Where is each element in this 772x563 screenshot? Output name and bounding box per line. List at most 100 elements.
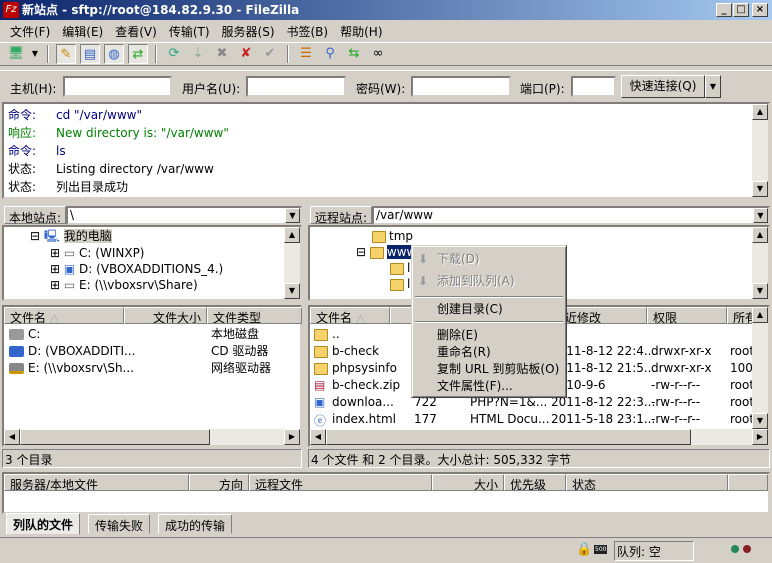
tab-successful-transfers[interactable]: 成功的传输 [158,514,233,534]
col-filetype[interactable]: 文件类型 [207,307,302,324]
window-title: 新站点 - sftp://root@184.82.9.30 - FileZill… [22,3,300,17]
filter-icon[interactable]: ☰ [296,44,316,64]
minimize-button[interactable]: _ [716,3,732,17]
tab-failed-transfers[interactable]: 传输失败 [88,514,151,534]
menu-item-create-directory[interactable]: 创建目录(C) [437,300,503,318]
tree-item-drive-d[interactable]: ⊞ ▣ D: (VBOXADDITIONS_4.) [50,261,223,277]
col-permissions[interactable]: 权限 [647,307,727,324]
menu-file[interactable]: 文件(F) [4,20,56,40]
compare-icon[interactable]: ⚲ [320,44,340,64]
speed-limit-icon[interactable]: 500 [594,545,608,554]
menu-bookmarks[interactable]: 书签(B) [281,20,335,40]
disconnect-icon[interactable]: ✘ [236,44,256,64]
table-row[interactable]: D: (VBOXADDITI... CD 驱动器 [4,343,300,360]
menu-item-add-to-queue[interactable]: 添加到队列(A) [437,272,515,290]
remote-site-label: 远程站点: [310,206,373,225]
add-queue-icon: ⬇ [418,274,429,288]
cancel-icon[interactable]: ✖ [212,44,232,64]
file-icon: ▣ [314,395,326,409]
log-scrollbar[interactable]: ▲ ▼ [752,104,768,197]
file-type: 网络驱动器 [211,361,272,375]
menu-item-delete[interactable]: 删除(E) [437,326,478,344]
remote-hscrollbar[interactable]: ◀ ▶ [310,429,768,445]
menu-item-copy-url[interactable]: 复制 URL 到剪贴板(O) [437,360,559,378]
menu-view[interactable]: 查看(V) [109,20,163,40]
send-indicator-icon [743,545,751,553]
menu-item-rename[interactable]: 重命名(R) [437,343,491,361]
col-remote-file[interactable]: 远程文件 [249,474,432,491]
col-server-local-file[interactable]: 服务器/本地文件 [4,474,189,491]
log-line: ls [56,144,66,158]
close-button[interactable]: × [752,3,768,17]
cell: 177 [414,412,437,426]
filezilla-logo-icon: Fz [3,2,19,18]
col-priority[interactable]: 优先级 [504,474,566,491]
local-path-combo[interactable]: \ ▼ [66,206,302,225]
title-bar: 新站点 - sftp://root@184.82.9.30 - FileZill… [0,0,772,20]
quickconnect-history-dropdown[interactable]: ▼ [705,75,721,98]
table-row[interactable]: C: 本地磁盘 [4,326,300,343]
port-input[interactable] [571,76,616,97]
file-name: C: [28,327,41,341]
cell: 2011-5-18 23:1... [551,412,656,426]
local-tree-icon[interactable]: ▤ [80,44,100,64]
cell: drwxr-xr-x [651,344,712,358]
port-label: 端口(P): [520,82,565,96]
tree-item-tmp[interactable]: tmp [372,228,413,244]
col-filename[interactable]: 文件名 △ [310,307,390,324]
col-filename[interactable]: 文件名 △ [4,307,124,324]
menu-help[interactable]: 帮助(H) [334,20,388,40]
menu-item-download[interactable]: 下载(D) [437,250,480,268]
local-status: 3 个目录 [2,449,302,468]
remote-list-vscrollbar[interactable]: ▲ ▼ [752,307,768,429]
menu-server[interactable]: 服务器(S) [216,20,281,40]
local-site-label: 本地站点: [4,206,67,225]
search-binoculars-icon[interactable]: ∞ [368,44,388,64]
host-label: 主机(H): [10,82,57,96]
table-row[interactable]: ⓔ index.html 177 HTML Docu... 2011-5-18 23:1… [310,411,768,428]
log-line: cd "/var/www" [56,108,142,122]
site-manager-icon[interactable]: 🖥 [6,44,26,64]
password-input[interactable] [411,76,511,97]
reconnect-icon[interactable]: ✔ [260,44,280,64]
tab-queued-files[interactable]: 列队的文件 [6,513,81,535]
tree-item-www[interactable]: ⊟ www [356,244,417,260]
cell: index.html [332,412,396,426]
tree-item[interactable]: l [390,276,410,292]
transfer-queue-icon[interactable]: ⇄ [128,44,148,64]
sync-browse-icon[interactable]: ⇆ [344,44,364,64]
col-filesize[interactable]: 文件大小 [124,307,207,324]
local-tree-scrollbar[interactable]: ▲ ▼ [284,227,300,299]
remote-tree-icon[interactable]: ◍ [104,44,124,64]
tree-item-drive-e[interactable]: ⊞ ▭ E: (\\vboxsrv\Share) [50,277,198,293]
table-row[interactable]: E: (\\vboxsrv\Sh... 网络驱动器 [4,360,300,377]
dropdown-arrow-icon[interactable]: ▼ [30,44,40,64]
local-file-list: 文件名 △ 文件大小 文件类型 C: 本地磁盘 D: (VBOXADDITI...… [2,305,302,447]
menu-item-file-attributes[interactable]: 文件属性(F)... [437,377,513,395]
file-name: E: (\\vboxsrv\Sh... [28,361,134,375]
host-input[interactable] [63,76,172,97]
lock-icon: 🔒 [576,542,593,557]
col-status[interactable]: 状态 [566,474,728,491]
tree-item-my-computer[interactable]: ⊟ 🖳 我的电脑 [30,228,112,244]
process-queue-icon[interactable]: ⇣ [188,44,208,64]
remote-path-combo[interactable]: /var/www ▼ [372,206,770,225]
refresh-icon[interactable]: ⟳ [164,44,184,64]
message-log-icon[interactable]: ✎ [56,44,76,64]
menu-transfer[interactable]: 传输(T) [163,20,216,40]
col-size[interactable]: 大小 [432,474,504,491]
menu-edit[interactable]: 编辑(E) [56,20,109,40]
maximize-button[interactable]: □ [733,3,749,17]
tree-item-drive-c[interactable]: ⊞ ▭ C: (WINXP) [50,245,144,261]
local-hscrollbar[interactable]: ◀ ▶ [4,429,300,445]
toolbar: 🖥 ▼ ✎ ▤ ◍ ⇄ ⟳ ⇣ ✖ ✘ ✔ ☰ ⚲ ⇆ ∞ [0,42,772,66]
quickconnect-button[interactable]: 快速连接(Q) [621,75,705,98]
col-direction[interactable]: 方向 [189,474,249,491]
remote-tree-scrollbar[interactable]: ▲ ▼ [752,227,768,299]
tree-item[interactable]: l [390,260,410,276]
log-line: Listing directory /var/www [56,162,214,176]
username-input[interactable] [246,76,346,97]
queue-status: 队列: 空 [614,541,694,561]
log-line: New directory is: "/var/www" [56,126,229,140]
drive-icon [9,329,24,340]
